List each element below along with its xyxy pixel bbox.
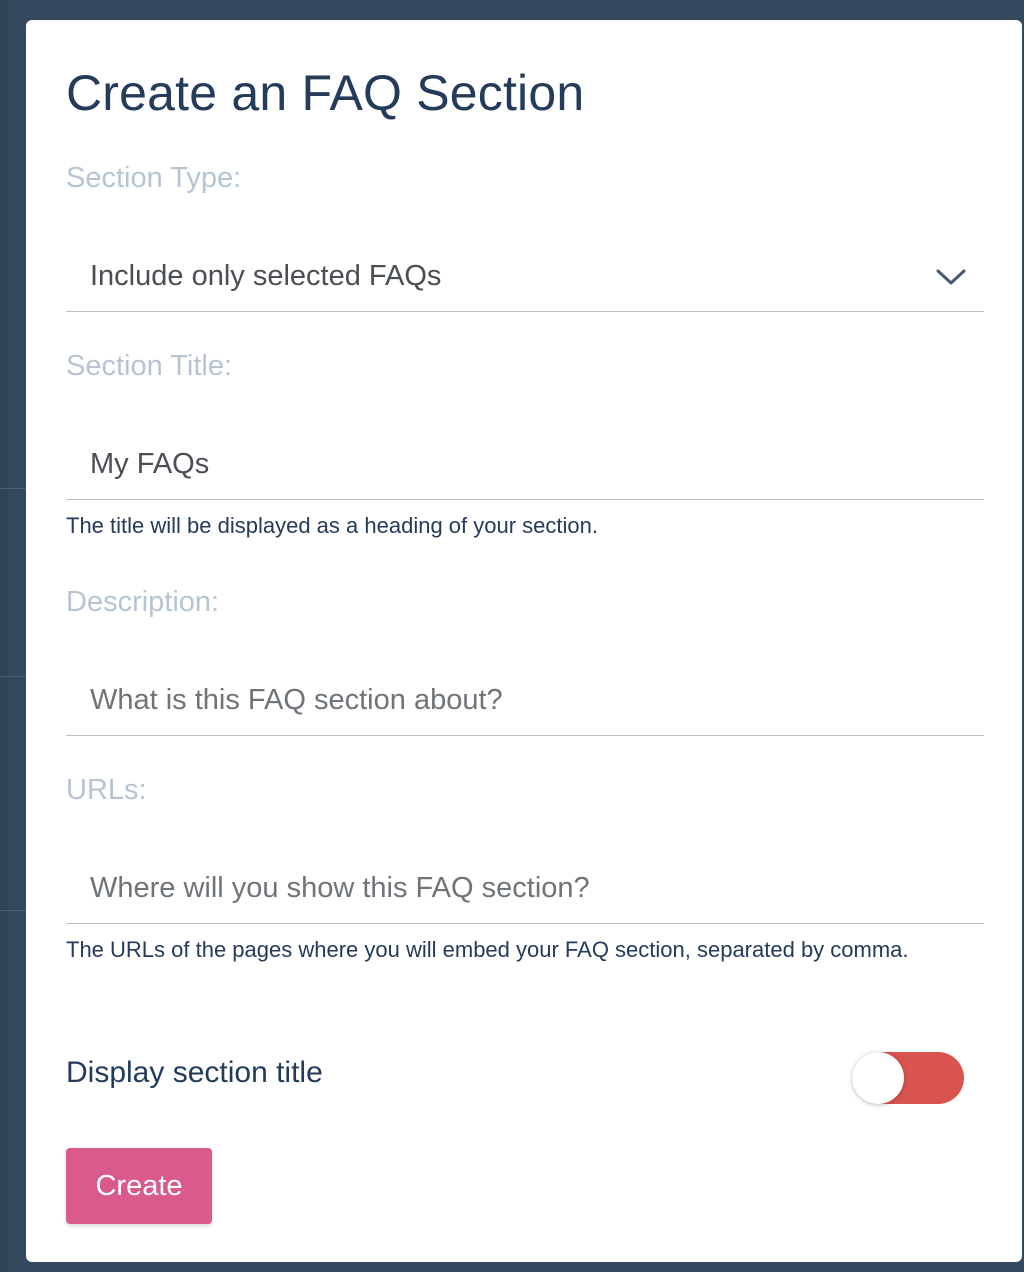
chevron-down-icon <box>936 269 966 285</box>
display-section-title-toggle[interactable] <box>852 1052 964 1104</box>
urls-field-wrapper <box>66 854 984 924</box>
backdrop-left-edge <box>0 0 8 1272</box>
section-title-label: Section Title: <box>66 350 233 382</box>
description-input[interactable] <box>90 666 930 734</box>
backdrop-divider <box>0 488 26 489</box>
toggle-knob <box>852 1052 904 1104</box>
create-faq-section-modal: Create an FAQ Section Section Type: Incl… <box>26 20 1022 1262</box>
section-title-field-wrapper <box>66 430 984 500</box>
urls-input[interactable] <box>90 854 930 922</box>
modal-title: Create an FAQ Section <box>66 65 585 121</box>
create-button[interactable]: Create <box>66 1148 212 1224</box>
backdrop-divider <box>0 676 26 677</box>
section-type-selected-value: Include only selected FAQs <box>90 260 442 292</box>
section-type-label: Section Type: <box>66 162 242 194</box>
section-title-input[interactable] <box>90 430 930 498</box>
section-title-help-text: The title will be displayed as a heading… <box>66 513 598 538</box>
description-label: Description: <box>66 586 220 618</box>
display-section-title-label: Display section title <box>66 1056 323 1089</box>
backdrop-divider <box>0 910 26 911</box>
urls-help-text: The URLs of the pages where you will emb… <box>66 937 909 962</box>
urls-label: URLs: <box>66 774 147 806</box>
description-field-wrapper <box>66 666 984 736</box>
section-type-select[interactable]: Include only selected FAQs <box>66 242 984 312</box>
